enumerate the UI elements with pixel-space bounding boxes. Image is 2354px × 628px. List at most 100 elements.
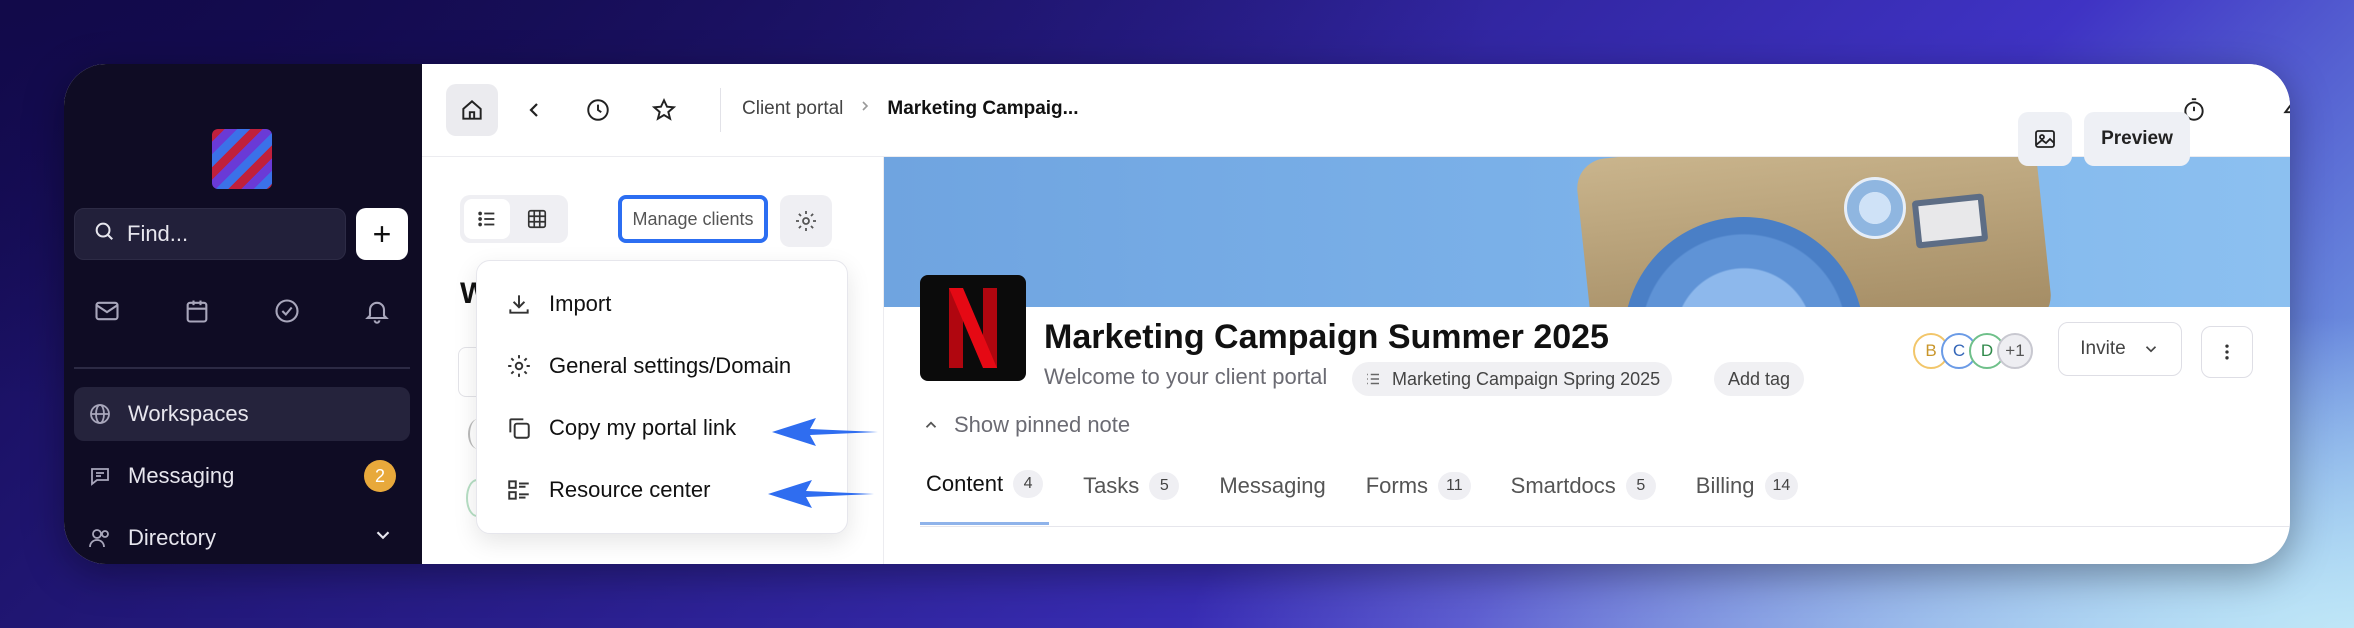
gear-icon xyxy=(505,352,533,380)
tab-count: 5 xyxy=(1149,471,1180,500)
list-view-icon[interactable] xyxy=(464,199,510,239)
calendar-icon[interactable] xyxy=(182,296,212,326)
tab-label: Smartdocs xyxy=(1510,472,1616,498)
sidebar-item-directory[interactable]: Directory xyxy=(74,511,410,564)
kebab-icon xyxy=(2225,344,2229,360)
sidebar-item-workspaces[interactable]: Workspaces xyxy=(74,387,410,441)
menu-item-import[interactable]: Import xyxy=(477,273,847,335)
chevron-down-icon[interactable] xyxy=(372,524,394,552)
lightning-icon xyxy=(2283,104,2290,114)
home-icon xyxy=(462,100,482,120)
tab-label: Messaging xyxy=(1219,472,1326,498)
copy-icon xyxy=(505,414,533,442)
add-tag-button[interactable]: Add tag xyxy=(1714,362,1805,396)
quick-action-button[interactable] xyxy=(2268,84,2290,136)
message-icon xyxy=(88,464,112,488)
chevron-down-icon xyxy=(2145,346,2156,353)
sidebar-item-label: Workspaces xyxy=(128,401,249,426)
history-button[interactable] xyxy=(572,84,624,136)
mail-icon[interactable] xyxy=(92,296,122,326)
star-icon xyxy=(651,97,677,121)
gear-icon xyxy=(796,211,816,231)
netflix-logo-icon xyxy=(949,288,997,368)
invite-button[interactable]: Invite xyxy=(2058,322,2182,376)
grid-view-icon[interactable] xyxy=(514,199,560,239)
search-icon xyxy=(93,220,115,248)
favorite-button[interactable] xyxy=(638,84,690,136)
search-input[interactable]: Find... xyxy=(74,208,346,260)
invite-label: Invite xyxy=(2080,338,2126,359)
tab-count: 4 xyxy=(1013,470,1044,498)
home-button[interactable] xyxy=(446,84,498,136)
tab-count: 14 xyxy=(1764,471,1799,500)
view-toggle xyxy=(460,195,568,243)
clock-icon xyxy=(587,99,609,121)
search-placeholder: Find... xyxy=(127,221,189,246)
sidebar-item-label: Directory xyxy=(128,525,217,550)
tab-label: Content xyxy=(926,471,1004,496)
tabs-divider xyxy=(920,526,2290,527)
bell-icon[interactable] xyxy=(362,296,392,326)
tab-content[interactable]: Content 4 xyxy=(920,466,1050,525)
portal-banner xyxy=(884,157,2290,307)
add-button[interactable]: + xyxy=(356,208,408,260)
more-options-button[interactable] xyxy=(2201,326,2253,378)
annotation-arrow-icon xyxy=(768,480,874,508)
tab-label: Tasks xyxy=(1083,472,1140,498)
tab-forms[interactable]: Forms 11 xyxy=(1360,466,1477,525)
users-icon xyxy=(88,526,112,550)
menu-item-label: Import xyxy=(549,291,612,316)
camera-viewfinder xyxy=(1911,193,1989,249)
show-pinned-note-toggle[interactable]: Show pinned note xyxy=(922,412,1130,438)
sidebar-divider xyxy=(74,367,410,369)
tab-count: 11 xyxy=(1438,471,1471,500)
unread-badge: 2 xyxy=(364,460,396,492)
tab-label: Billing xyxy=(1695,472,1755,498)
menu-item-label: General settings/Domain xyxy=(549,353,792,378)
chevron-left-icon xyxy=(529,103,538,117)
breadcrumb: Client portal Marketing Campaig... xyxy=(742,98,1079,120)
tab-label: Forms xyxy=(1365,472,1429,498)
settings-button[interactable] xyxy=(780,195,832,247)
app-window: Find... + Workspaces Messaging 2 Directo… xyxy=(64,64,2290,564)
change-cover-button[interactable] xyxy=(2018,112,2072,166)
sidebar-item-label: Messaging xyxy=(128,463,235,488)
tag-label: Marketing Campaign Spring 2025 xyxy=(1392,368,1661,389)
breadcrumb-item[interactable]: Client portal xyxy=(742,98,843,120)
menu-item-general-settings[interactable]: General settings/Domain xyxy=(477,335,847,397)
check-circle-icon[interactable] xyxy=(272,296,302,326)
camera-dial xyxy=(1844,177,1906,239)
chevron-up-icon xyxy=(925,421,937,428)
annotation-arrow-icon xyxy=(772,418,878,446)
tab-messaging[interactable]: Messaging xyxy=(1213,466,1331,525)
sidebar-item-messaging[interactable]: Messaging 2 xyxy=(74,449,410,503)
resource-icon xyxy=(505,476,533,504)
avatar-overflow: +1 xyxy=(1997,333,2033,369)
list-icon xyxy=(1367,373,1379,385)
download-icon xyxy=(505,290,533,318)
portal-title: Marketing Campaign Summer 2025 xyxy=(1044,318,1609,356)
member-avatars[interactable]: B C D +1 xyxy=(1913,333,2033,369)
chevron-right-icon xyxy=(857,98,873,120)
breadcrumb-current: Marketing Campaig... xyxy=(887,98,1079,119)
tab-billing[interactable]: Billing 14 xyxy=(1690,466,1805,525)
preview-button[interactable]: Preview xyxy=(2084,112,2190,166)
topbar: Client portal Marketing Campaig... xyxy=(422,64,2290,157)
tab-count: 5 xyxy=(1625,471,1656,500)
globe-icon xyxy=(88,402,112,426)
manage-clients-button[interactable]: Manage clients xyxy=(618,195,768,243)
portal-tabs: Content 4 Tasks 5 Messaging Forms 11 Sma… xyxy=(920,466,1804,525)
pinned-note-label: Show pinned note xyxy=(954,412,1131,437)
tab-tasks[interactable]: Tasks 5 xyxy=(1077,466,1185,525)
image-icon xyxy=(2035,130,2055,148)
app-logo xyxy=(212,129,272,189)
sidebar: Find... + Workspaces Messaging 2 Directo… xyxy=(64,64,422,564)
topbar-divider xyxy=(720,88,721,132)
tab-smartdocs[interactable]: Smartdocs 5 xyxy=(1505,466,1662,525)
client-logo xyxy=(920,275,1026,381)
menu-item-label: Resource center xyxy=(549,477,711,502)
menu-item-label: Copy my portal link xyxy=(549,415,737,440)
tag-chip[interactable]: Marketing Campaign Spring 2025 xyxy=(1352,362,1673,396)
quick-actions xyxy=(92,296,392,326)
back-button[interactable] xyxy=(508,84,560,136)
